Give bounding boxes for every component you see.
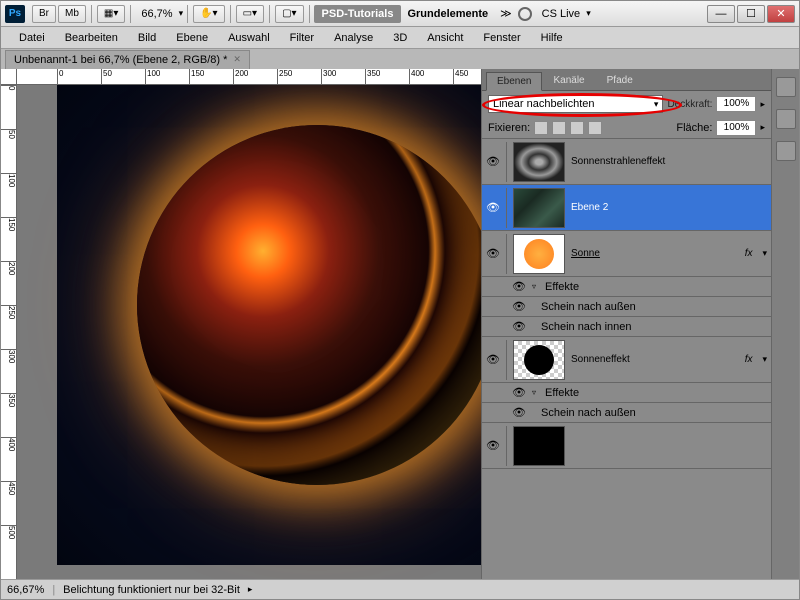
layer-thumbnail[interactable] <box>513 188 565 228</box>
layer-thumbnail[interactable] <box>513 142 565 182</box>
lock-all-icon[interactable] <box>588 121 602 135</box>
arrange-button[interactable]: ▭▾ <box>236 5 264 23</box>
layer-effect[interactable]: Schein nach innen <box>482 317 771 337</box>
bridge-button[interactable]: Br <box>32 5 56 23</box>
lock-transparency-icon[interactable] <box>534 121 548 135</box>
layer-row[interactable] <box>482 423 771 469</box>
layer-name[interactable]: Sonne <box>571 248 739 259</box>
panel-tabs: Ebenen Kanäle Pfade <box>482 69 771 91</box>
titlebar: Ps Br Mb ▦▾ 66,7% ▾ ✋▾ ▭▾ ▢▾ PSD-Tutoria… <box>1 1 799 27</box>
layer-name[interactable]: Sonneneffekt <box>571 354 739 365</box>
ruler-vertical[interactable]: 050100150200250300350400450500 <box>1 85 17 579</box>
panel-icon[interactable] <box>776 109 796 129</box>
minimize-button[interactable]: — <box>707 5 735 23</box>
workspace-button[interactable]: PSD-Tutorials <box>314 5 402 23</box>
visibility-icon[interactable] <box>512 406 526 420</box>
layers-panel: Ebenen Kanäle Pfade Linear nachbelichten… <box>481 69 771 579</box>
ruler-horizontal[interactable]: 050100150200250300350400450500 <box>17 69 481 85</box>
document-tab[interactable]: Unbenannt-1 bei 66,7% (Ebene 2, RGB/8) *… <box>5 50 250 69</box>
chevron-down-icon: ▾ <box>654 99 659 110</box>
layer-row[interactable]: Ebene 2 <box>482 185 771 231</box>
chevron-right-icon[interactable]: ▸ <box>760 122 765 133</box>
status-message: Belichtung funktioniert nur bei 32-Bit <box>63 584 240 596</box>
layer-effect[interactable]: Schein nach außen <box>482 403 771 423</box>
menu-fenster[interactable]: Fenster <box>473 29 530 47</box>
app-window: Ps Br Mb ▦▾ 66,7% ▾ ✋▾ ▭▾ ▢▾ PSD-Tutoria… <box>0 0 800 600</box>
lock-pixels-icon[interactable] <box>552 121 566 135</box>
blend-mode-value: Linear nachbelichten <box>493 98 595 110</box>
workspace: 050100150200250300350400450500 050100150… <box>1 69 799 579</box>
layer-row[interactable]: Sonnefx▾ <box>482 231 771 277</box>
menu-3d[interactable]: 3D <box>383 29 417 47</box>
opacity-label: Deckkraft: <box>667 99 712 110</box>
layer-row[interactable]: Sonnenstrahleneffekt <box>482 139 771 185</box>
document-tab-label: Unbenannt-1 bei 66,7% (Ebene 2, RGB/8) * <box>14 54 227 66</box>
collapsed-panels <box>771 69 799 579</box>
visibility-icon[interactable] <box>486 155 500 169</box>
fill-input[interactable]: 100% <box>716 120 756 136</box>
visibility-icon[interactable] <box>512 300 526 314</box>
layer-name[interactable]: Sonnenstrahleneffekt <box>571 156 767 167</box>
fill-label: Fläche: <box>676 122 712 134</box>
canvas[interactable] <box>17 85 481 579</box>
opacity-input[interactable]: 100% <box>716 96 756 112</box>
visibility-icon[interactable] <box>486 201 500 215</box>
visibility-icon[interactable] <box>512 386 526 400</box>
minibridge-button[interactable]: Mb <box>58 5 86 23</box>
visibility-icon[interactable] <box>486 439 500 453</box>
view-extras-button[interactable]: ▦▾ <box>97 5 125 23</box>
layer-effect[interactable]: ▿Effekte <box>482 277 771 297</box>
visibility-icon[interactable] <box>486 247 500 261</box>
chevron-right-icon[interactable]: ▸ <box>760 99 765 110</box>
layer-effect[interactable]: Schein nach außen <box>482 297 771 317</box>
menubar: DateiBearbeitenBildEbeneAuswahlFilterAna… <box>1 27 799 49</box>
visibility-icon[interactable] <box>512 280 526 294</box>
layer-thumbnail[interactable] <box>513 234 565 274</box>
screenmode-button[interactable]: ▢▾ <box>275 5 303 23</box>
fx-badge[interactable]: fx <box>745 354 753 365</box>
zoom-value[interactable]: 66,7% <box>135 8 178 20</box>
lock-position-icon[interactable] <box>570 121 584 135</box>
secondary-label: Grundelemente <box>401 8 494 20</box>
fx-badge[interactable]: fx <box>745 248 753 259</box>
tab-paths[interactable]: Pfade <box>596 71 644 90</box>
tab-channels[interactable]: Kanäle <box>542 71 595 90</box>
document-tabs: Unbenannt-1 bei 66,7% (Ebene 2, RGB/8) *… <box>1 49 799 69</box>
tab-layers[interactable]: Ebenen <box>486 72 542 91</box>
menu-ansicht[interactable]: Ansicht <box>417 29 473 47</box>
hand-tool-button[interactable]: ✋▾ <box>193 5 224 23</box>
statusbar: 66,67% | Belichtung funktioniert nur bei… <box>1 579 799 599</box>
visibility-icon[interactable] <box>486 353 500 367</box>
close-button[interactable]: ✕ <box>767 5 795 23</box>
layer-effect[interactable]: ▿Effekte <box>482 383 771 403</box>
panel-icon[interactable] <box>776 77 796 97</box>
panel-icon[interactable] <box>776 141 796 161</box>
menu-hilfe[interactable]: Hilfe <box>531 29 573 47</box>
layer-name[interactable]: Ebene 2 <box>571 202 767 213</box>
maximize-button[interactable]: ☐ <box>737 5 765 23</box>
layer-row[interactable]: Sonneneffektfx▾ <box>482 337 771 383</box>
menu-filter[interactable]: Filter <box>280 29 324 47</box>
cslive-label[interactable]: CS Live <box>536 8 587 20</box>
menu-auswahl[interactable]: Auswahl <box>218 29 280 47</box>
layer-thumbnail[interactable] <box>513 340 565 380</box>
status-zoom[interactable]: 66,67% <box>7 584 44 596</box>
menu-bild[interactable]: Bild <box>128 29 166 47</box>
cslive-icon <box>518 7 532 21</box>
artwork <box>57 85 481 565</box>
blend-mode-select[interactable]: Linear nachbelichten ▾ <box>488 95 663 113</box>
menu-analyse[interactable]: Analyse <box>324 29 383 47</box>
close-icon[interactable]: ✕ <box>233 54 241 65</box>
menu-datei[interactable]: Datei <box>9 29 55 47</box>
visibility-icon[interactable] <box>512 320 526 334</box>
layer-thumbnail[interactable] <box>513 426 565 466</box>
lock-label: Fixieren: <box>488 122 530 134</box>
menu-ebene[interactable]: Ebene <box>166 29 218 47</box>
menu-bearbeiten[interactable]: Bearbeiten <box>55 29 128 47</box>
layers-list: SonnenstrahleneffektEbene 2Sonnefx▾▿Effe… <box>482 139 771 579</box>
photoshop-icon: Ps <box>5 5 25 23</box>
planet-graphic <box>137 125 481 485</box>
